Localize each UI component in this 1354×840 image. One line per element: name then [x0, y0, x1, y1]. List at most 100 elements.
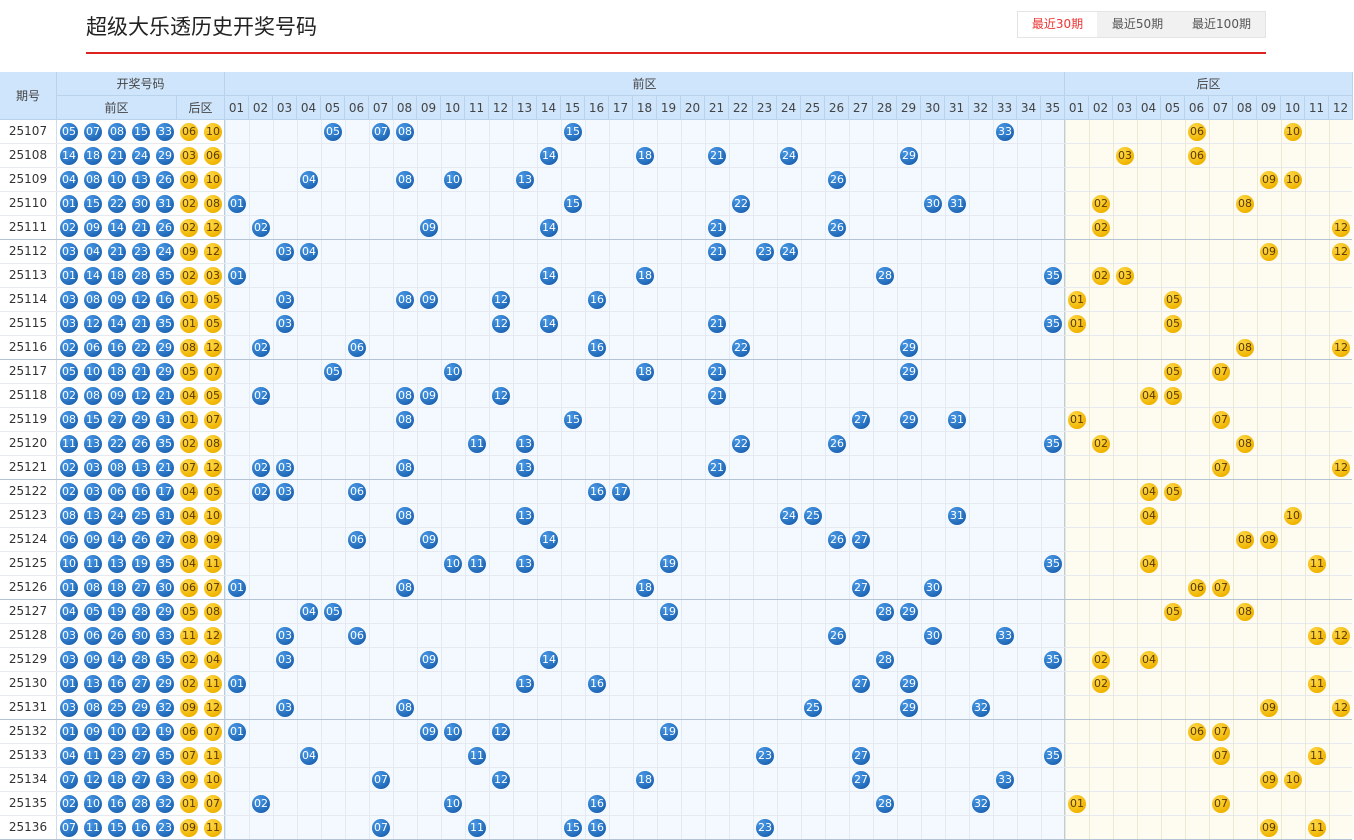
back-hit-ball: 04 — [1140, 651, 1158, 669]
table-row: 25132 01 09 10 12 19 06 07 01 09 10 12 19 06 07 — [0, 720, 1353, 744]
draw-front-ball: 01 — [60, 723, 78, 741]
front-hit-ball: 32 — [972, 795, 990, 813]
front-hit-ball: 29 — [900, 411, 918, 429]
draw-back-ball: 12 — [204, 699, 222, 717]
front-hit-ball: 33 — [996, 123, 1014, 141]
table-row: 25123 08 13 24 25 31 04 10 08 13 24 25 31 04 10 — [0, 504, 1353, 528]
tab-recent-50[interactable]: 最近50期 — [1097, 12, 1178, 37]
front-hit-ball: 02 — [252, 387, 270, 405]
back-zone-cells: 09 11 — [1065, 816, 1353, 839]
back-hit-ball: 06 — [1188, 579, 1206, 597]
table-row: 25121 02 03 08 13 21 07 12 02 03 08 13 21 07 12 — [0, 456, 1353, 480]
draw-back-ball: 12 — [204, 339, 222, 357]
draw-front-ball: 04 — [60, 747, 78, 765]
front-hit-ball: 03 — [276, 651, 294, 669]
front-hit-ball: 31 — [948, 195, 966, 213]
tab-recent-30[interactable]: 最近30期 — [1018, 12, 1097, 37]
back-number-header: 12 — [1329, 96, 1353, 120]
draw-front-ball: 18 — [108, 579, 126, 597]
front-hit-ball: 02 — [252, 795, 270, 813]
issue-number: 25116 — [0, 336, 57, 359]
front-hit-ball: 16 — [588, 483, 606, 501]
issue-number: 25122 — [0, 480, 57, 503]
back-hit-ball: 11 — [1308, 627, 1326, 645]
draw-back-ball: 02 — [180, 219, 198, 237]
front-hit-ball: 29 — [900, 339, 918, 357]
back-hit-ball: 09 — [1260, 171, 1278, 189]
draw-front-ball: 19 — [132, 555, 150, 573]
front-hit-ball: 27 — [852, 531, 870, 549]
draw-back-ball: 06 — [180, 123, 198, 141]
front-hit-ball: 29 — [900, 699, 918, 717]
draw-front-ball: 21 — [108, 243, 126, 261]
front-zone-cells: 11 13 22 26 35 — [225, 432, 1065, 455]
front-hit-ball: 12 — [492, 723, 510, 741]
draw-front-ball: 35 — [156, 651, 174, 669]
tab-recent-100[interactable]: 最近100期 — [1178, 12, 1265, 37]
back-hit-ball: 09 — [1260, 771, 1278, 789]
draw-front-ball: 14 — [84, 267, 102, 285]
issue-number: 25134 — [0, 768, 57, 791]
front-hit-ball: 09 — [420, 387, 438, 405]
back-zone-cells: 11 12 — [1065, 624, 1353, 647]
front-number-header: 17 — [609, 96, 633, 120]
front-hit-ball: 33 — [996, 771, 1014, 789]
back-zone-cells: 01 07 — [1065, 408, 1353, 431]
back-hit-ball: 05 — [1164, 387, 1182, 405]
draw-front-ball: 10 — [84, 363, 102, 381]
draw-numbers-cell: 02 08 09 12 21 04 05 — [57, 384, 225, 407]
issue-number: 25110 — [0, 192, 57, 215]
draw-front-ball: 17 — [156, 483, 174, 501]
front-number-header: 29 — [897, 96, 921, 120]
front-hit-ball: 31 — [948, 507, 966, 525]
draw-back-ball: 10 — [204, 507, 222, 525]
draw-front-ball: 04 — [84, 243, 102, 261]
front-hit-ball: 06 — [348, 483, 366, 501]
front-hit-ball: 07 — [372, 819, 390, 837]
draw-front-ball: 31 — [156, 195, 174, 213]
front-number-header: 02 — [249, 96, 273, 120]
front-zone-cells: 07 12 18 27 33 — [225, 768, 1065, 791]
back-hit-ball: 07 — [1212, 579, 1230, 597]
front-hit-ball: 12 — [492, 387, 510, 405]
draw-back-ball: 06 — [204, 147, 222, 165]
back-hit-ball: 12 — [1332, 219, 1350, 237]
front-number-header: 24 — [777, 96, 801, 120]
draw-numbers-cell: 04 11 23 27 35 07 11 — [57, 744, 225, 767]
front-zone-header: 前区 — [225, 72, 1065, 96]
front-number-header: 19 — [657, 96, 681, 120]
front-hit-ball: 06 — [348, 627, 366, 645]
draw-front-ball: 19 — [108, 603, 126, 621]
front-hit-ball: 26 — [828, 171, 846, 189]
back-number-header: 03 — [1113, 96, 1137, 120]
back-hit-ball: 09 — [1260, 243, 1278, 261]
draw-front-ball: 23 — [108, 747, 126, 765]
front-hit-ball: 10 — [444, 555, 462, 573]
draw-front-ball: 30 — [156, 579, 174, 597]
back-zone-cells: 04 05 — [1065, 384, 1353, 407]
back-zone-cells: 01 05 — [1065, 312, 1353, 335]
front-hit-ball: 03 — [276, 627, 294, 645]
draw-front-ball: 08 — [60, 507, 78, 525]
front-hit-ball: 29 — [900, 363, 918, 381]
draw-front-ball: 04 — [60, 171, 78, 189]
issue-number: 25127 — [0, 600, 57, 623]
issue-number: 25126 — [0, 576, 57, 599]
front-hit-ball: 25 — [804, 507, 822, 525]
front-hit-ball: 28 — [876, 267, 894, 285]
draw-front-ball: 21 — [132, 219, 150, 237]
issue-number: 25132 — [0, 720, 57, 743]
table-row: 25128 03 06 26 30 33 11 12 03 06 26 30 33 11 12 — [0, 624, 1353, 648]
draw-front-ball: 02 — [60, 795, 78, 813]
front-hit-ball: 29 — [900, 675, 918, 693]
front-number-header: 35 — [1041, 96, 1065, 120]
back-hit-ball: 05 — [1164, 315, 1182, 333]
draw-front-ball: 30 — [132, 195, 150, 213]
draw-front-ball: 29 — [156, 147, 174, 165]
draw-numbers-cell: 03 08 09 12 16 01 05 — [57, 288, 225, 311]
back-zone-cells: 04 11 — [1065, 552, 1353, 575]
front-hit-ball: 15 — [564, 819, 582, 837]
draw-front-ball: 09 — [84, 531, 102, 549]
front-hit-ball: 16 — [588, 675, 606, 693]
draw-back-ball: 07 — [204, 723, 222, 741]
